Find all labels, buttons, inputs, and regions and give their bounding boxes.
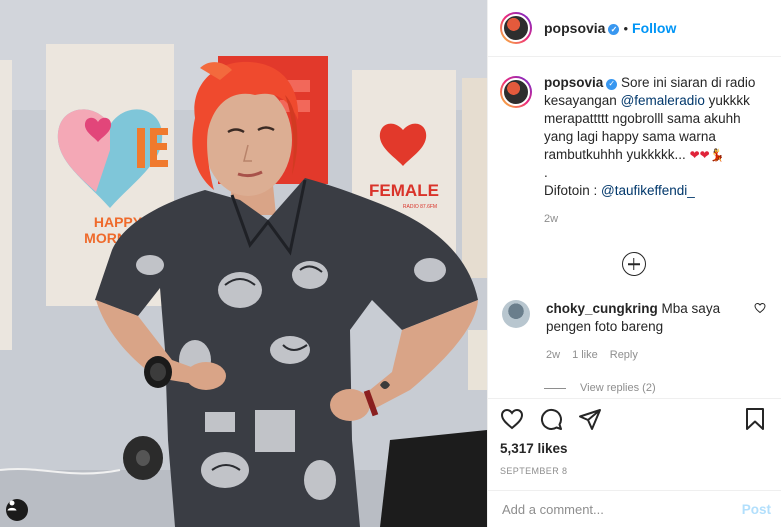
small-heart-icon[interactable] <box>754 302 766 364</box>
commenter-username[interactable]: choky_cungkring <box>546 301 658 316</box>
person-tag-icon[interactable] <box>6 499 28 521</box>
mention-femaleradio[interactable]: @femaleradio <box>621 93 705 108</box>
red-heart-emoji-icon: ❤ <box>699 148 710 162</box>
caption-avatar[interactable] <box>500 76 532 108</box>
comment-meta: 2w 1 like Reply <box>546 346 746 364</box>
comments-list[interactable]: popsovia ✓ Sore ini siaran di radio kesay… <box>488 58 781 398</box>
plus-circle-icon[interactable] <box>621 252 646 276</box>
add-comment-bar: Post <box>488 490 781 527</box>
replies-divider-line <box>544 387 566 389</box>
dancer-emoji-icon: 💃 <box>709 148 725 162</box>
mention-taufikeffendi[interactable]: @taufikeffendi_ <box>601 183 695 198</box>
caption-username[interactable]: popsovia <box>544 75 603 90</box>
verified-badge-icon: ✓ <box>606 78 618 90</box>
follow-button[interactable]: Follow <box>632 20 676 36</box>
comment-reply-button[interactable]: Reply <box>610 346 638 364</box>
post-photo[interactable]: HAPPY MORNING FEMALE RADIO 87.6FM <box>0 0 487 527</box>
caption-age[interactable]: 2w <box>544 210 767 228</box>
comment-item: choky_cungkring Mba saya pengen foto bar… <box>500 300 767 364</box>
photo-credit-label: Difotoin : <box>544 183 598 198</box>
comment-bubble-icon[interactable] <box>539 407 563 431</box>
author-username[interactable]: popsovia ✓ <box>544 20 620 36</box>
verified-badge-icon: ✓ <box>608 24 620 35</box>
heart-icon[interactable] <box>500 407 524 431</box>
sign-female-sub: RADIO 87.6FM <box>403 204 437 210</box>
caption-dot-line: . <box>544 165 548 180</box>
post-actions: 5,317 likes SEPTEMBER 8 <box>488 398 781 490</box>
comment-age[interactable]: 2w <box>546 346 560 364</box>
post-header: popsovia ✓ • Follow <box>488 0 781 57</box>
action-icons <box>500 407 767 431</box>
post-caption: popsovia ✓ Sore ini siaran di radio kesay… <box>500 74 767 228</box>
likes-count[interactable]: 5,317 likes <box>500 441 767 456</box>
author-avatar[interactable] <box>500 12 532 44</box>
post-date[interactable]: SEPTEMBER 8 <box>500 466 767 476</box>
sign-female-text: FEMALE <box>369 181 439 200</box>
commenter-avatar[interactable] <box>502 300 530 328</box>
view-replies-button[interactable]: View replies (2) <box>544 382 767 394</box>
red-heart-emoji-icon: ❤ <box>689 148 700 162</box>
post-side-panel: popsovia ✓ • Follow popsovia ✓ Sore ini si… <box>487 0 781 527</box>
comment-input[interactable] <box>502 501 742 517</box>
caption-body: popsovia ✓ Sore ini siaran di radio kesay… <box>544 74 767 228</box>
author-username-text[interactable]: popsovia <box>544 20 605 36</box>
header-separator: • <box>623 20 629 36</box>
comment-like-count[interactable]: 1 like <box>572 346 598 364</box>
paper-plane-icon[interactable] <box>578 407 602 431</box>
post-comment-button[interactable]: Post <box>742 502 771 517</box>
view-replies-label[interactable]: View replies (2) <box>580 382 656 394</box>
bookmark-icon[interactable] <box>743 407 767 431</box>
photo-artwork: HAPPY MORNING FEMALE RADIO 87.6FM <box>0 0 487 527</box>
comment-body: choky_cungkring Mba saya pengen foto bar… <box>546 300 746 364</box>
